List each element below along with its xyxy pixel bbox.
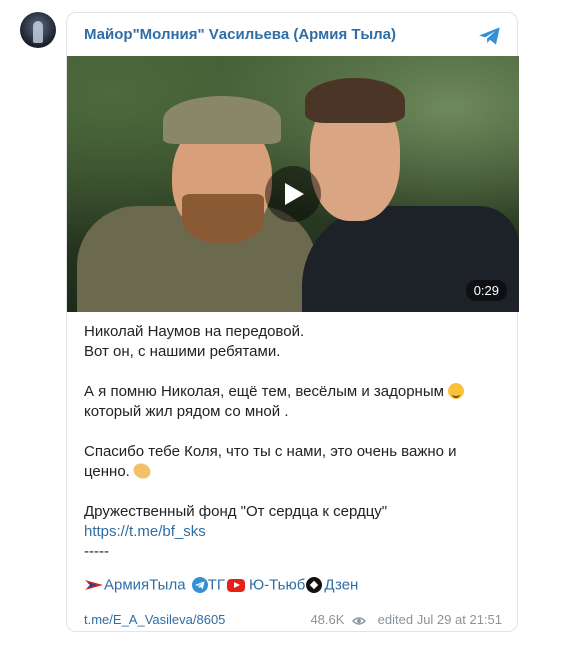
youtube-link[interactable]: Ю-Тьюб <box>249 577 305 594</box>
separator-text: ----- <box>84 543 109 560</box>
video-person-right-hair <box>305 78 405 123</box>
video-person-left-beard <box>182 194 264 244</box>
channel-avatar[interactable] <box>20 12 56 48</box>
message-text: Николай Наумов на передовой. Вот он, с н… <box>84 322 509 562</box>
army-link[interactable]: АрмияТыла <box>104 577 186 594</box>
avatar-figure <box>33 21 43 43</box>
message-line: Николай Наумов на передовой. <box>84 323 305 340</box>
tg-link[interactable]: ТГ <box>208 577 225 594</box>
telegram-icon[interactable] <box>477 23 503 49</box>
play-icon <box>285 183 304 205</box>
message-line: Дружественный фонд "От сердца к сердцу" <box>84 503 388 520</box>
message-line: ценно. <box>84 460 509 482</box>
youtube-icon <box>227 578 246 592</box>
telegram-small-icon <box>191 577 208 594</box>
eye-icon <box>352 617 367 625</box>
dzen-icon <box>306 577 323 594</box>
winking-face-icon <box>448 383 465 399</box>
play-button[interactable] <box>265 166 321 222</box>
social-links: АрмияТыла ТГ Ю-Тьюб Дзен <box>84 576 358 594</box>
views-count: 48.6K <box>310 612 345 627</box>
message-line: Спасибо тебе Коля, что ты с нами, это оч… <box>84 443 457 460</box>
channel-title[interactable]: Майор"Молния" Vасильева (Армия Тыла) <box>84 26 396 43</box>
post-card: Майор"Молния" Vасильева (Армия Тыла) 0:2… <box>66 12 519 632</box>
video-player[interactable]: 0:29 <box>67 56 519 312</box>
message-line: который жил рядом со мной . <box>84 403 289 420</box>
edited-timestamp: edited Jul 29 at 21:51 <box>377 612 502 627</box>
handshake-icon <box>131 460 153 482</box>
post-link[interactable]: t.me/E_A_Vasileva/8605 <box>84 612 225 627</box>
post-meta: 48.6K edited Jul 29 at 21:51 <box>310 612 502 627</box>
video-person-left-cap <box>163 96 281 144</box>
video-duration: 0:29 <box>465 280 507 301</box>
fund-link[interactable]: https://t.me/bf_sks <box>84 523 206 540</box>
message-line: Вот он, с нашими ребятами. <box>84 343 281 360</box>
message-line: А я помню Николая, ещё тем, весёлым и за… <box>84 382 509 402</box>
dzen-link[interactable]: Дзен <box>324 577 358 594</box>
army-flag-icon <box>84 578 104 592</box>
